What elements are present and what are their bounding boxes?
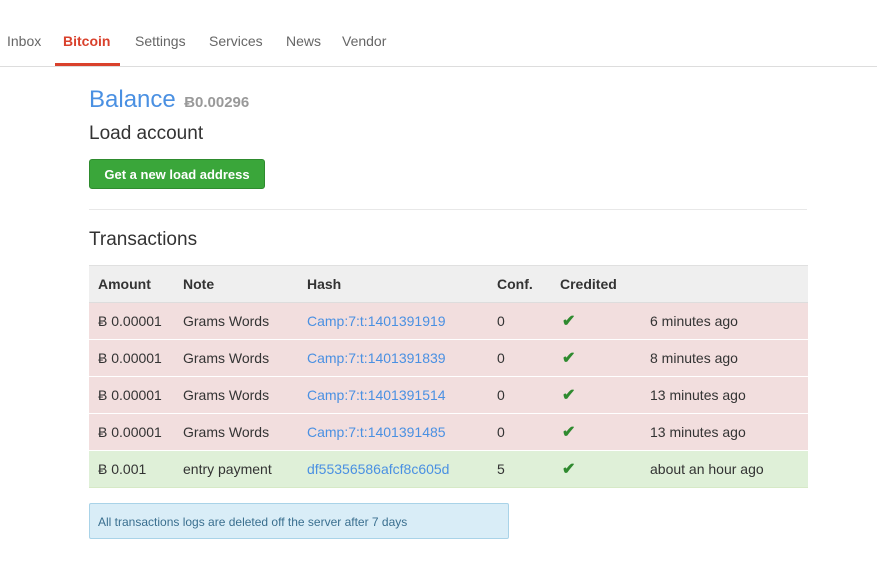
header-note: Note: [183, 265, 307, 303]
tab-inbox[interactable]: Inbox: [7, 33, 41, 49]
row-time: 13 minutes ago: [650, 376, 808, 414]
header-time: [650, 265, 808, 303]
row-hash-cell: Camp:7:t:1401391485: [307, 413, 497, 451]
header-hash: Hash: [307, 265, 497, 303]
row-amount: Ƀ 0.00001: [89, 339, 183, 377]
row-note: entry payment: [183, 450, 307, 488]
credited-cell: ✔: [560, 376, 650, 414]
row-amount: Ƀ 0.00001: [89, 302, 183, 340]
check-icon: ✔: [562, 424, 576, 441]
hash-link[interactable]: df55356586afcf8c605d: [307, 461, 449, 477]
get-load-address-button[interactable]: Get a new load address: [89, 159, 265, 189]
row-note: Grams Words: [183, 413, 307, 451]
row-amount: Ƀ 0.00001: [89, 376, 183, 414]
top-nav: Inbox Bitcoin Settings Services News Ven…: [0, 0, 877, 67]
tab-vendor[interactable]: Vendor: [342, 33, 386, 49]
credited-cell: ✔: [560, 339, 650, 377]
header-conf: Conf.: [497, 265, 560, 303]
check-icon: ✔: [562, 461, 576, 478]
row-conf: 5: [497, 450, 560, 488]
tab-services[interactable]: Services: [209, 33, 263, 49]
transactions-table: Amount Note Hash Conf. Credited Ƀ 0.0000…: [89, 265, 808, 488]
header-credited: Credited: [560, 265, 650, 303]
row-hash-cell: df55356586afcf8c605d: [307, 450, 497, 488]
row-time: about an hour ago: [650, 450, 808, 488]
table-row: Ƀ 0.00001 Grams Words Camp:7:t:140139191…: [89, 302, 808, 340]
transactions-title: Transactions: [89, 229, 198, 250]
table-row: Ƀ 0.001 entry payment df55356586afcf8c60…: [89, 450, 808, 488]
row-conf: 0: [497, 376, 560, 414]
row-hash-cell: Camp:7:t:1401391919: [307, 302, 497, 340]
balance-amount: Ƀ0.00296: [184, 94, 250, 111]
row-hash-cell: Camp:7:t:1401391514: [307, 376, 497, 414]
tab-settings[interactable]: Settings: [135, 33, 186, 49]
row-hash-cell: Camp:7:t:1401391839: [307, 339, 497, 377]
tab-bitcoin[interactable]: Bitcoin: [63, 33, 110, 49]
section-divider: [89, 209, 807, 210]
row-time: 13 minutes ago: [650, 413, 808, 451]
row-amount: Ƀ 0.001: [89, 450, 183, 488]
table-row: Ƀ 0.00001 Grams Words Camp:7:t:140139148…: [89, 413, 808, 451]
tab-news[interactable]: News: [286, 33, 321, 49]
credited-cell: ✔: [560, 413, 650, 451]
load-account-title: Load account: [89, 123, 204, 144]
check-icon: ✔: [562, 313, 576, 330]
info-notice: All transactions logs are deleted off th…: [89, 503, 509, 539]
balance-heading: Balance Ƀ0.00296: [89, 86, 249, 116]
active-tab-indicator: [55, 63, 120, 66]
row-conf: 0: [497, 413, 560, 451]
table-row: Ƀ 0.00001 Grams Words Camp:7:t:140139183…: [89, 339, 808, 377]
row-time: 8 minutes ago: [650, 339, 808, 377]
row-conf: 0: [497, 302, 560, 340]
hash-link[interactable]: Camp:7:t:1401391514: [307, 387, 446, 403]
row-note: Grams Words: [183, 376, 307, 414]
table-header-row: Amount Note Hash Conf. Credited: [89, 265, 808, 303]
credited-cell: ✔: [560, 302, 650, 340]
hash-link[interactable]: Camp:7:t:1401391919: [307, 313, 446, 329]
row-note: Grams Words: [183, 339, 307, 377]
row-note: Grams Words: [183, 302, 307, 340]
balance-title: Balance: [89, 86, 176, 113]
hash-link[interactable]: Camp:7:t:1401391485: [307, 424, 446, 440]
check-icon: ✔: [562, 387, 576, 404]
row-conf: 0: [497, 339, 560, 377]
hash-link[interactable]: Camp:7:t:1401391839: [307, 350, 446, 366]
row-time: 6 minutes ago: [650, 302, 808, 340]
check-icon: ✔: [562, 350, 576, 367]
credited-cell: ✔: [560, 450, 650, 488]
table-row: Ƀ 0.00001 Grams Words Camp:7:t:140139151…: [89, 376, 808, 414]
row-amount: Ƀ 0.00001: [89, 413, 183, 451]
header-amount: Amount: [89, 265, 183, 303]
